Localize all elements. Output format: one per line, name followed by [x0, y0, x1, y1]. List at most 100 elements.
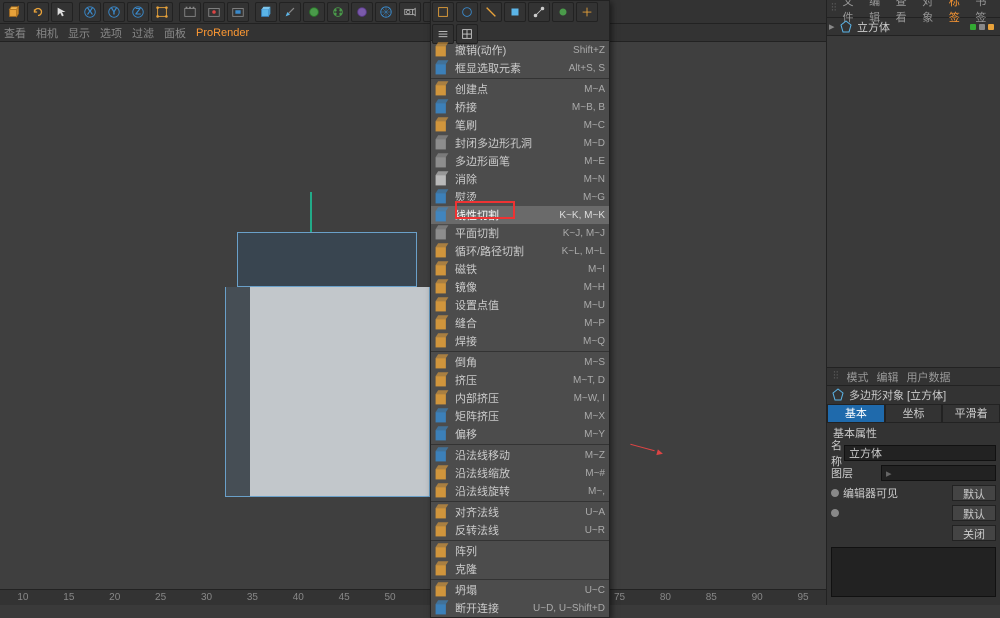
layer-field[interactable]: ▸	[881, 465, 996, 481]
cm-item-8[interactable]: 熨烫M~G	[431, 188, 609, 206]
menu-filter[interactable]: 过滤	[132, 25, 154, 41]
cm-item-21[interactable]: 偏移M~Y	[431, 425, 609, 443]
cm-item-7[interactable]: 消除M~N	[431, 170, 609, 188]
tool-render3-icon[interactable]	[227, 2, 249, 22]
cm-item-28[interactable]: 克隆	[431, 560, 609, 578]
cm-item-icon	[433, 544, 451, 558]
cm-top-2-icon[interactable]	[456, 2, 478, 22]
cm-top-5-icon[interactable]	[528, 2, 550, 22]
cm-item-shortcut: M~Z	[585, 450, 605, 461]
cm-item-label: 磁铁	[455, 261, 580, 277]
tool-box-icon[interactable]	[151, 2, 173, 22]
object-row-cube[interactable]: ▸ 立方体	[827, 18, 1000, 36]
cm-item-shortcut: M~Q	[583, 336, 605, 347]
vis-dot[interactable]	[831, 489, 839, 497]
attribute-manager: ⫶⫶ 模式 编辑 用户数据 多边形对象 [立方体] 基本 坐标 平滑着 基本属性…	[827, 368, 1000, 597]
cm-top-1-icon[interactable]	[432, 2, 454, 22]
tool-mesh-icon[interactable]	[303, 2, 325, 22]
cm-item-icon	[433, 82, 451, 96]
tool-z-icon[interactable]: Z	[127, 2, 149, 22]
cm-item-4[interactable]: 笔刷M~C	[431, 116, 609, 134]
cm-item-13[interactable]: 镜像M~H	[431, 278, 609, 296]
menu-panel[interactable]: 面板	[164, 25, 186, 41]
ruler-tick-25: 25	[155, 592, 166, 603]
svg-text:X: X	[87, 6, 94, 17]
cm-item-2[interactable]: 创建点M~A	[431, 80, 609, 98]
menu-camera[interactable]: 相机	[36, 25, 58, 41]
cm-item-22[interactable]: 沿法线移动M~Z	[431, 446, 609, 464]
cm-item-26[interactable]: 反转法线U~R	[431, 521, 609, 539]
cm-item-25[interactable]: 对齐法线U~A	[431, 503, 609, 521]
ruler-tick-30: 30	[201, 592, 212, 603]
cm-item-11[interactable]: 循环/路径切割K~L, M~L	[431, 242, 609, 260]
cm-item-14[interactable]: 设置点值M~U	[431, 296, 609, 314]
tool-cube-icon[interactable]	[3, 2, 25, 22]
cm-item-27[interactable]: 阵列	[431, 542, 609, 560]
cm-item-6[interactable]: 多边形画笔M~E	[431, 152, 609, 170]
menu-view[interactable]: 查看	[4, 25, 26, 41]
cm-top-4-icon[interactable]	[504, 2, 526, 22]
cm-item-24[interactable]: 沿法线旋转M~,	[431, 482, 609, 500]
cm-item-16[interactable]: 焊接M~Q	[431, 332, 609, 350]
tool-y-icon[interactable]: Y	[103, 2, 125, 22]
cm-item-icon	[433, 466, 451, 480]
cube-object[interactable]	[225, 232, 425, 492]
tool-x-icon[interactable]: X	[79, 2, 101, 22]
tool-undo-icon[interactable]	[27, 2, 49, 22]
tool-primitive-icon[interactable]	[255, 2, 277, 22]
ruler-tick-35: 35	[247, 592, 258, 603]
tool-deform-icon[interactable]	[327, 2, 349, 22]
cm-item-5[interactable]: 封闭多边形孔洞M~D	[431, 134, 609, 152]
tool-camera-icon[interactable]	[399, 2, 421, 22]
cm-item-15[interactable]: 缝合M~P	[431, 314, 609, 332]
attr-tab-coord[interactable]: 坐标	[885, 404, 943, 422]
cm-item-3[interactable]: 桥接M~B, B	[431, 98, 609, 116]
attr-tab-edit[interactable]: 编辑	[877, 369, 899, 385]
attr-tab-basic[interactable]: 基本	[827, 404, 885, 422]
cm-item-18[interactable]: 挤压M~T, D	[431, 371, 609, 389]
cm-item-30[interactable]: 断开连接U~D, U~Shift+D	[431, 599, 609, 617]
tool-render2-icon[interactable]	[203, 2, 225, 22]
cm-top-6-icon[interactable]	[552, 2, 574, 22]
cm-item-12[interactable]: 磁铁M~I	[431, 260, 609, 278]
cm-item-29[interactable]: 坍塌U~C	[431, 581, 609, 599]
default-button-2[interactable]: 默认	[952, 505, 996, 521]
cm-item-icon	[433, 208, 451, 222]
cm-item-label: 消除	[455, 171, 576, 187]
cm-item-label: 内部挤压	[455, 390, 566, 406]
cm-item-17[interactable]: 倒角M~S	[431, 353, 609, 371]
cm-top-3-icon[interactable]	[480, 2, 502, 22]
cm-item-1[interactable]: 框显选取元素Alt+S, S	[431, 59, 609, 77]
menu-display[interactable]: 显示	[68, 25, 90, 41]
tab-bookmarks[interactable]: 书签	[975, 0, 996, 25]
attr-tab-userdata[interactable]: 用户数据	[907, 369, 951, 385]
name-field[interactable]	[844, 445, 996, 461]
expand-icon[interactable]: ▸	[829, 20, 839, 33]
tool-brush-icon[interactable]	[279, 2, 301, 22]
cm-item-23[interactable]: 沿法线缩放M~#	[431, 464, 609, 482]
attr-tab-mode[interactable]: 模式	[847, 369, 869, 385]
attr-title: 多边形对象 [立方体]	[849, 387, 946, 403]
attr-tab-phong[interactable]: 平滑着	[942, 404, 1000, 422]
cm-item-10[interactable]: 平面切割K~J, M~J	[431, 224, 609, 242]
cm-item-icon	[433, 100, 451, 114]
tool-grid-icon[interactable]	[375, 2, 397, 22]
cm-item-9[interactable]: 线性切割K~K, M~K	[431, 206, 609, 224]
menu-options[interactable]: 选项	[100, 25, 122, 41]
tool-effect-icon[interactable]	[351, 2, 373, 22]
cm-item-label: 创建点	[455, 81, 576, 97]
cm-top-7-icon[interactable]	[576, 2, 598, 22]
cm-item-icon	[433, 334, 451, 348]
cm-item-icon	[433, 244, 451, 258]
tool-render1-icon[interactable]	[179, 2, 201, 22]
vis-dot-2[interactable]	[831, 509, 839, 517]
cm-item-icon	[433, 373, 451, 387]
cm-item-0[interactable]: 撤销(动作)Shift+Z	[431, 41, 609, 59]
cm-item-19[interactable]: 内部挤压M~W, I	[431, 389, 609, 407]
default-button-1[interactable]: 默认	[952, 485, 996, 501]
tool-select-icon[interactable]	[51, 2, 73, 22]
ruler-tick-80: 80	[660, 592, 671, 603]
close-button[interactable]: 关闭	[952, 525, 996, 541]
menu-prorender[interactable]: ProRender	[196, 27, 249, 39]
cm-item-20[interactable]: 矩阵挤压M~X	[431, 407, 609, 425]
